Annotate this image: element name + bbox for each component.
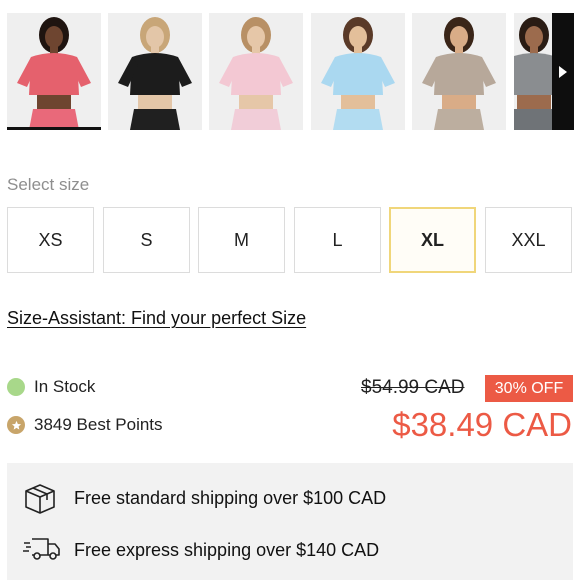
- original-price: $54.99 CAD: [361, 377, 465, 398]
- reward-points: 3849 Best Points: [7, 415, 163, 435]
- sale-price: $38.49 CAD: [392, 406, 572, 443]
- standard-shipping-text: Free standard shipping over $100 CAD: [74, 487, 387, 508]
- chevron-right-icon: [559, 65, 567, 78]
- standard-shipping-row: Free standard shipping over $100 CAD: [22, 481, 386, 515]
- size-option-xxl[interactable]: XXL: [485, 207, 572, 273]
- model-illustration: [7, 13, 101, 130]
- express-shipping-text: Free express shipping over $140 CAD: [74, 539, 380, 560]
- size-option-xs[interactable]: XS: [7, 207, 94, 273]
- thumbnail-pink[interactable]: [209, 13, 303, 130]
- thumbnail-black[interactable]: [108, 13, 202, 130]
- stock-status: In Stock: [7, 377, 95, 397]
- model-illustration: [209, 13, 303, 130]
- shipping-info-panel: Free standard shipping over $100 CAD Fre…: [7, 463, 573, 580]
- star-icon: [7, 416, 25, 434]
- thumbnail-coral[interactable]: [7, 13, 101, 130]
- stock-indicator-icon: [7, 378, 25, 396]
- size-option-xl[interactable]: XL: [389, 207, 476, 273]
- discount-badge: 30% OFF: [485, 375, 573, 402]
- size-option-l[interactable]: L: [294, 207, 381, 273]
- thumbnail-taupe[interactable]: [412, 13, 506, 130]
- model-illustration: [311, 13, 405, 130]
- express-shipping-row: Free express shipping over $140 CAD: [22, 533, 379, 567]
- thumbnail-grey[interactable]: [514, 13, 554, 130]
- delivery-truck-icon: [22, 533, 60, 567]
- size-option-m[interactable]: M: [198, 207, 285, 273]
- package-box-icon: [22, 481, 58, 515]
- points-text: 3849 Best Points: [34, 415, 163, 434]
- product-thumbnail-gallery: [0, 0, 580, 132]
- size-assistant-link[interactable]: Size-Assistant: Find your perfect Size: [7, 308, 306, 329]
- select-size-label: Select size: [7, 175, 90, 194]
- model-illustration: [108, 13, 202, 130]
- gallery-next-button[interactable]: [552, 13, 574, 130]
- thumbnail-sky-blue[interactable]: [311, 13, 405, 130]
- model-illustration: [514, 13, 554, 130]
- stock-text: In Stock: [34, 377, 96, 396]
- size-option-s[interactable]: S: [103, 207, 190, 273]
- model-illustration: [412, 13, 506, 130]
